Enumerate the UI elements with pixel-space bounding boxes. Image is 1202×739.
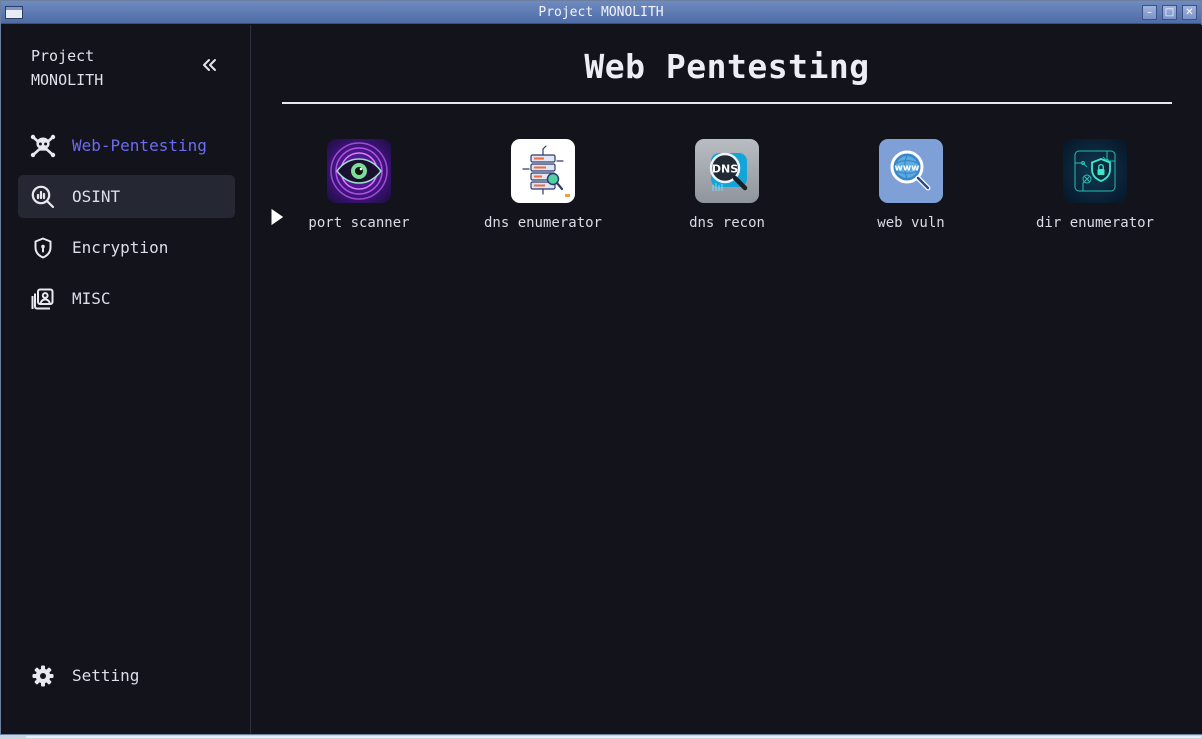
tool-label: web vuln — [877, 215, 945, 231]
mouse-pointer-icon — [270, 207, 285, 227]
close-button[interactable]: ✕ — [1182, 5, 1197, 20]
brand-line-1: Project — [31, 47, 95, 65]
sidebar-item-label: OSINT — [72, 187, 121, 206]
chevrons-left-icon — [203, 59, 216, 71]
sidebar-item-label: Setting — [72, 666, 140, 685]
svg-text:DNS: DNS — [712, 163, 738, 176]
minimize-button[interactable]: – — [1142, 5, 1157, 20]
sidebar-item-misc[interactable]: MISC — [18, 277, 235, 320]
www-magnifier-icon: www — [879, 139, 943, 203]
title-bar[interactable]: Project MONOLITH – □ ✕ — [1, 1, 1201, 24]
page-title: Web Pentesting — [584, 47, 870, 86]
server-magnifier-icon — [511, 139, 575, 203]
tool-dir-enumerator[interactable]: dir enumerator — [1015, 139, 1175, 239]
app-body: Project MONOLITH Web-Pentesting OSINT En… — [2, 25, 1202, 735]
shield-icon — [34, 237, 52, 259]
sidebar: Project MONOLITH Web-Pentesting OSINT En… — [2, 25, 251, 735]
window-bottom-edge — [0, 734, 1202, 739]
app-window: Project MONOLITH – □ ✕ Project MONOLITH — [0, 0, 1202, 739]
sidebar-item-osint[interactable]: OSINT — [18, 175, 235, 218]
sidebar-item-settings[interactable]: Setting — [18, 654, 235, 697]
svg-text:www: www — [895, 164, 920, 174]
collapse-sidebar-button[interactable] — [198, 54, 220, 76]
app-brand: Project MONOLITH — [31, 44, 151, 92]
tool-label: dir enumerator — [1035, 215, 1154, 231]
eye-radar-icon — [327, 139, 391, 203]
dns-magnifier-icon: DNS — [695, 139, 759, 203]
tool-dns-recon[interactable]: DNS dns recon — [647, 139, 807, 239]
shield-lock-circuit-icon — [1063, 139, 1127, 203]
image-stack-icon — [31, 288, 54, 310]
skull-crossbones-icon — [30, 134, 56, 158]
main-content: Web Pentesting port scanner dns enumerat… — [252, 25, 1202, 735]
tool-dns-enumerator[interactable]: dns enumerator — [463, 139, 623, 239]
sidebar-item-web-pentesting[interactable]: Web-Pentesting — [18, 124, 235, 167]
tool-label: port scanner — [308, 215, 410, 231]
tool-port-scanner[interactable]: port scanner — [279, 139, 439, 239]
tool-web-vuln[interactable]: www web vuln — [831, 139, 991, 239]
search-chart-icon — [31, 185, 55, 209]
tool-label: dns enumerator — [483, 215, 602, 231]
sidebar-item-encryption[interactable]: Encryption — [18, 226, 235, 269]
window-title: Project MONOLITH — [538, 5, 664, 20]
sidebar-item-label: Web-Pentesting — [72, 136, 207, 155]
sidebar-item-label: MISC — [72, 289, 111, 308]
brand-line-2: MONOLITH — [31, 71, 104, 89]
gear-icon — [32, 665, 54, 687]
title-divider — [282, 102, 1172, 104]
sidebar-item-label: Encryption — [72, 238, 169, 257]
tool-label: dns recon — [689, 215, 765, 231]
maximize-button[interactable]: □ — [1162, 5, 1177, 20]
